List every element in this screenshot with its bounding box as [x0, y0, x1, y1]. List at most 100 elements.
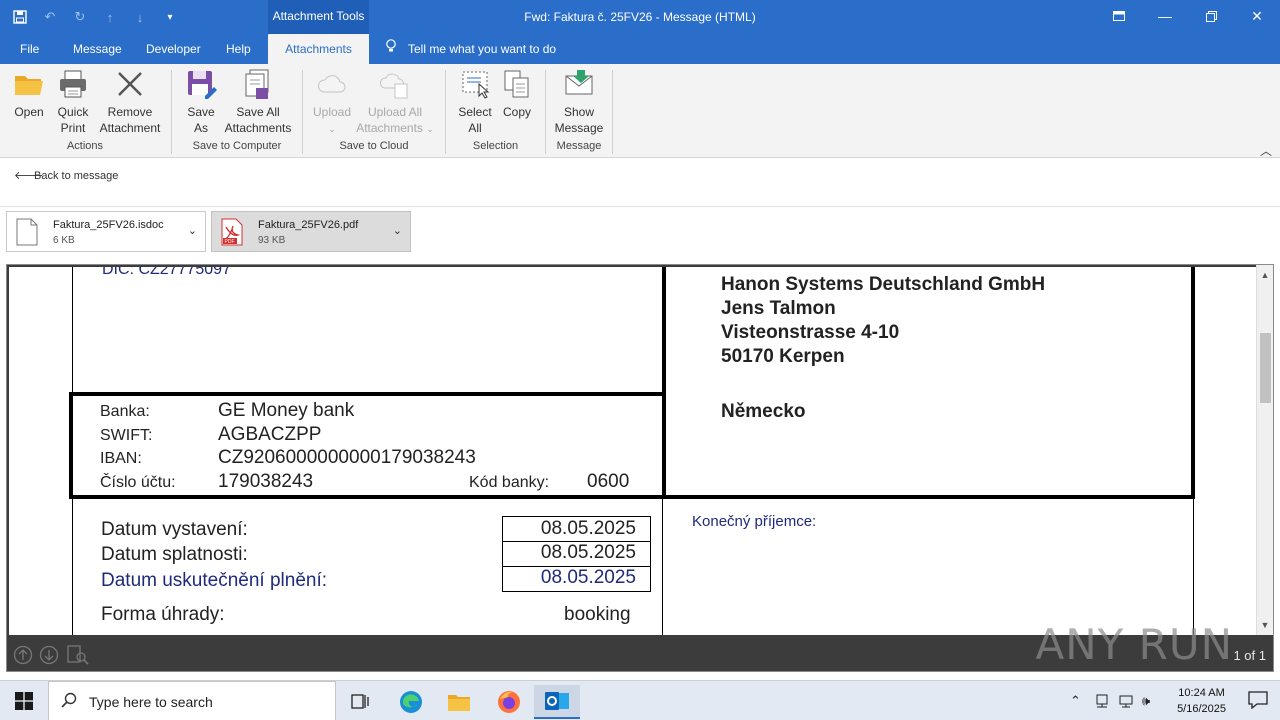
- pdf-page[interactable]: DIČ: CZ27775097 Hanon Systems Deutschlan…: [9, 267, 1256, 635]
- border-line: [72, 267, 73, 395]
- copy-button[interactable]: Copy: [500, 68, 534, 120]
- tab-message[interactable]: Message: [73, 34, 122, 64]
- border-line: [1191, 267, 1195, 499]
- upload-all-dropdown-icon: ⌄: [426, 124, 434, 134]
- pdf-file-icon: PDF: [221, 218, 243, 246]
- scroll-down-icon[interactable]: ▼: [1257, 617, 1273, 633]
- minimize-icon[interactable]: —: [1142, 0, 1188, 32]
- bank-label: Banka:: [100, 403, 150, 420]
- recipient-person: Jens Talmon: [721, 298, 836, 319]
- page-down-icon[interactable]: [39, 645, 59, 668]
- tab-file[interactable]: File: [20, 34, 39, 64]
- preview-toolbar: ANY RUN 1 of 1: [7, 620, 1273, 671]
- due-label: Datum splatnosti:: [101, 544, 248, 565]
- customize-qat-icon[interactable]: ▾: [160, 6, 180, 28]
- file-explorer-icon[interactable]: [436, 685, 482, 719]
- tab-attachments[interactable]: Attachments: [268, 34, 369, 64]
- back-to-message-link[interactable]: 🡐Back to message: [14, 168, 118, 182]
- windows-icon: [15, 692, 33, 710]
- upload-button[interactable]: Upload ⌄: [310, 68, 354, 137]
- upload-all-attachments-button[interactable]: Upload All Attachments ⌄: [354, 68, 436, 137]
- bank-value: GE Money bank: [218, 400, 355, 421]
- remove-attachment-button[interactable]: Remove Attachment: [96, 68, 164, 136]
- dic-text: DIČ: CZ27775097: [102, 267, 231, 278]
- collapse-ribbon-icon[interactable]: ︿: [1260, 142, 1272, 159]
- account-label: Číslo účtu:: [100, 474, 176, 491]
- undo-icon[interactable]: ↶: [40, 6, 60, 28]
- chevron-down-icon[interactable]: ⌄: [188, 224, 197, 237]
- maximize-icon[interactable]: [1188, 0, 1234, 32]
- save-as-button[interactable]: Save As: [184, 68, 218, 136]
- outlook-icon[interactable]: [534, 685, 580, 719]
- anyrun-watermark: ANY RUN: [1035, 620, 1233, 669]
- edge-browser-icon[interactable]: [388, 685, 434, 719]
- border-line: [72, 497, 73, 635]
- payment-method-value: booking: [564, 604, 631, 625]
- payment-method-label: Forma úhrady:: [101, 604, 225, 625]
- group-label-message: Message: [556, 140, 602, 152]
- clock-time: 10:24 AM: [1178, 687, 1225, 699]
- tell-me-label: Tell me what you want to do: [408, 42, 557, 56]
- attachment-item-selected[interactable]: PDF Faktura_25FV26.pdf 93 KB ⌄: [211, 211, 411, 252]
- attachment-name: Faktura_25FV26.isdoc: [53, 219, 164, 231]
- page-indicator: 1 of 1: [1233, 648, 1266, 663]
- issued-label: Datum vystavení:: [101, 519, 248, 540]
- tab-help[interactable]: Help: [226, 34, 251, 64]
- taskbar-search[interactable]: Type here to search: [48, 681, 336, 720]
- open-button[interactable]: Open: [10, 68, 48, 120]
- iban-label: IBAN:: [100, 450, 142, 467]
- previous-item-icon[interactable]: ↑: [100, 6, 120, 28]
- border-line: [69, 495, 1195, 499]
- network-drive-icon[interactable]: [1094, 681, 1110, 720]
- tab-developer[interactable]: Developer: [146, 34, 201, 64]
- arrow-left-icon: 🡐: [14, 170, 44, 182]
- chevron-down-icon[interactable]: ⌄: [393, 224, 402, 237]
- show-message-icon: [563, 68, 595, 100]
- window-title: Fwd: Faktura č. 25FV26 - Message (HTML): [524, 10, 756, 24]
- group-label-save-cloud: Save to Cloud: [339, 140, 409, 152]
- firefox-icon[interactable]: [486, 685, 532, 719]
- border-line: [69, 392, 662, 396]
- tell-me-search[interactable]: Tell me what you want to do: [384, 34, 556, 64]
- notification-icon[interactable]: [1248, 691, 1268, 710]
- save-all-attachments-button[interactable]: Save All Attachments: [222, 68, 294, 136]
- scroll-up-icon[interactable]: ▲: [1257, 267, 1273, 283]
- find-in-document-icon[interactable]: [67, 645, 89, 668]
- redo-icon[interactable]: ↻: [70, 6, 90, 28]
- close-icon[interactable]: ✕: [1234, 0, 1280, 32]
- swift-label: SWIFT:: [100, 427, 153, 444]
- ribbon-display-options-icon[interactable]: [1096, 0, 1142, 32]
- select-all-button[interactable]: Select All: [455, 68, 495, 136]
- show-hidden-icons[interactable]: ⌃: [1070, 681, 1081, 720]
- show-message-button[interactable]: Show Message: [554, 68, 604, 136]
- attachment-name: Faktura_25FV26.pdf: [258, 219, 359, 231]
- ribbon-tabs: File Message Developer Help Attachments …: [0, 34, 1280, 64]
- quick-print-button[interactable]: Quick Print: [54, 68, 92, 136]
- vertical-scrollbar[interactable]: ▲ ▼: [1256, 265, 1273, 635]
- next-item-icon[interactable]: ↓: [130, 6, 150, 28]
- svg-text:PDF: PDF: [225, 239, 235, 245]
- taxable-supply-value: 08.05.2025: [502, 566, 651, 592]
- volume-icon[interactable]: 🕪: [1142, 681, 1150, 720]
- border-line: [662, 267, 666, 499]
- start-button[interactable]: [0, 681, 48, 720]
- quick-access-toolbar: ↶ ↻ ↑ ↓ ▾: [10, 6, 180, 28]
- attachment-item[interactable]: Faktura_25FV26.isdoc 6 KB ⌄: [6, 211, 206, 252]
- clock-date: 5/16/2025: [1177, 703, 1226, 715]
- task-view-icon[interactable]: [338, 685, 384, 719]
- group-label-actions: Actions: [66, 140, 104, 152]
- page-up-icon[interactable]: [13, 645, 33, 668]
- taskbar-clock[interactable]: 10:24 AM 5/16/2025: [1177, 685, 1226, 717]
- cloud-upload-icon: [379, 68, 411, 100]
- file-icon: [16, 218, 38, 246]
- divider: [0, 206, 1280, 207]
- network-icon[interactable]: [1118, 681, 1136, 720]
- scroll-thumb[interactable]: [1260, 333, 1271, 403]
- printer-icon: [57, 68, 89, 100]
- folder-open-icon: [13, 68, 45, 100]
- copy-icon: [501, 68, 533, 100]
- recipient-address: Hanon Systems Deutschland GmbH Jens Talm…: [721, 273, 1045, 369]
- taxable-supply-label: Datum uskutečnění plnění:: [101, 570, 328, 591]
- save-icon[interactable]: [10, 6, 30, 28]
- final-recipient-label: Konečný příjemce:: [692, 513, 817, 530]
